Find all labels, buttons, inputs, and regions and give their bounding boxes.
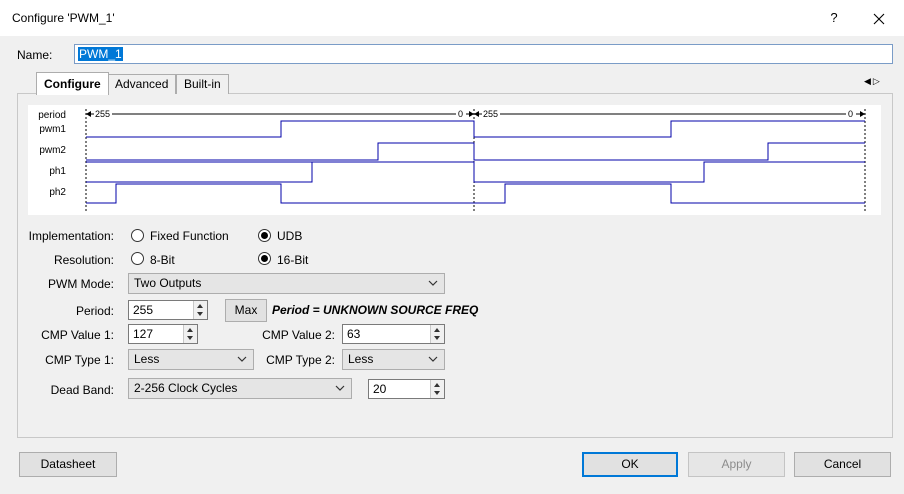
dead-band-cycles-value: 20	[373, 382, 387, 396]
resolution-8bit-label[interactable]: 8-Bit	[150, 253, 175, 267]
cmp-value-1-value: 127	[133, 327, 154, 341]
tab-scroll-right-icon[interactable]: ▷	[873, 76, 882, 86]
cmp-type-2-value: Less	[348, 352, 374, 366]
waveform-label-pwm2: pwm2	[39, 145, 66, 156]
waveform-label-pwm1: pwm1	[39, 124, 66, 135]
period-spinbox[interactable]: 255	[128, 300, 208, 320]
name-input[interactable]: PWM_1	[74, 44, 893, 64]
title-bar	[0, 0, 904, 36]
name-label: Name:	[17, 48, 53, 62]
cmp-value-2-spinbox[interactable]: 63	[342, 324, 445, 344]
implementation-udb-radio[interactable]	[258, 229, 271, 242]
cancel-button[interactable]: Cancel	[794, 452, 891, 477]
cmp-type-1-value: Less	[134, 352, 160, 366]
cmp-type-2-select[interactable]: Less	[342, 349, 445, 370]
spin-up-icon[interactable]	[187, 328, 193, 332]
dead-band-label: Dead Band:	[50, 383, 114, 397]
waveform-svg: period pwm1 pwm2 ph1 ph2 255 0 255 0	[38, 109, 866, 213]
waveform-label-ph2: ph2	[49, 187, 66, 198]
period-label: Period:	[75, 304, 114, 318]
waveform-diagram: period pwm1 pwm2 ph1 ph2 255 0 255 0	[28, 105, 881, 215]
resolution-label: Resolution:	[53, 253, 114, 267]
spin-up-icon[interactable]	[197, 304, 203, 308]
help-button[interactable]: ?	[822, 6, 846, 30]
cmp-type-2-label: CMP Type 2:	[266, 353, 335, 367]
waveform-label-ph1: ph1	[49, 166, 66, 177]
implementation-fixed-radio[interactable]	[131, 229, 144, 242]
cmp-value-1-label: CMP Value 1:	[41, 328, 114, 342]
period-start-1: 255	[95, 109, 110, 119]
spin-down-icon[interactable]	[434, 391, 440, 395]
cmp-value-2-spin-arrows[interactable]	[430, 325, 444, 343]
period-max-button[interactable]: Max	[225, 299, 267, 322]
period-message: Period = UNKNOWN SOURCE FREQ	[272, 303, 479, 317]
implementation-label: Implementation:	[28, 229, 114, 243]
apply-button[interactable]: Apply	[688, 452, 785, 477]
dead-band-cycles-spinbox[interactable]: 20	[368, 379, 445, 399]
dead-band-cycles-spin-arrows[interactable]	[430, 380, 444, 398]
dead-band-value: 2-256 Clock Cycles	[134, 381, 238, 395]
tab-configure[interactable]: Configure	[36, 72, 109, 95]
period-start-2: 255	[483, 109, 498, 119]
cmp-value-2-value: 63	[347, 327, 361, 341]
resolution-8bit-radio[interactable]	[131, 252, 144, 265]
spin-up-icon[interactable]	[434, 328, 440, 332]
resolution-16bit-radio[interactable]	[258, 252, 271, 265]
period-spin-arrows[interactable]	[193, 301, 207, 319]
tab-scroll-arrows[interactable]: ◀▷	[864, 76, 882, 87]
cmp-type-1-select[interactable]: Less	[128, 349, 254, 370]
spin-down-icon[interactable]	[187, 336, 193, 340]
period-end-2: 0	[848, 109, 853, 119]
tab-advanced[interactable]: Advanced	[107, 74, 177, 94]
ok-button[interactable]: OK	[582, 452, 678, 477]
tab-built-in[interactable]: Built-in	[176, 74, 229, 94]
dead-band-select[interactable]: 2-256 Clock Cycles	[128, 378, 352, 399]
close-icon	[873, 13, 885, 25]
pwm-mode-select[interactable]: Two Outputs	[128, 273, 445, 294]
pwm-mode-label: PWM Mode:	[47, 277, 114, 291]
close-button[interactable]	[866, 6, 892, 30]
cmp-value-1-spinbox[interactable]: 127	[128, 324, 198, 344]
resolution-16bit-label[interactable]: 16-Bit	[277, 253, 308, 267]
spin-down-icon[interactable]	[434, 336, 440, 340]
pwm-mode-value: Two Outputs	[134, 276, 202, 290]
cmp-value-1-spin-arrows[interactable]	[183, 325, 197, 343]
cmp-value-2-label: CMP Value 2:	[262, 328, 335, 342]
implementation-udb-label[interactable]: UDB	[277, 229, 302, 243]
period-value: 255	[133, 303, 154, 317]
spin-up-icon[interactable]	[434, 383, 440, 387]
period-end-1: 0	[458, 109, 463, 119]
tab-scroll-left-icon[interactable]: ◀	[864, 76, 873, 86]
datasheet-button[interactable]: Datasheet	[19, 452, 117, 477]
waveform-label-period: period	[38, 110, 66, 121]
chevron-down-icon	[335, 385, 345, 391]
window-title: Configure 'PWM_1'	[12, 11, 115, 25]
spin-down-icon[interactable]	[197, 312, 203, 316]
chevron-down-icon	[428, 280, 438, 286]
name-value: PWM_1	[78, 47, 123, 61]
chevron-down-icon	[428, 356, 438, 362]
implementation-fixed-label[interactable]: Fixed Function	[150, 229, 229, 243]
cmp-type-1-label: CMP Type 1:	[45, 353, 114, 367]
